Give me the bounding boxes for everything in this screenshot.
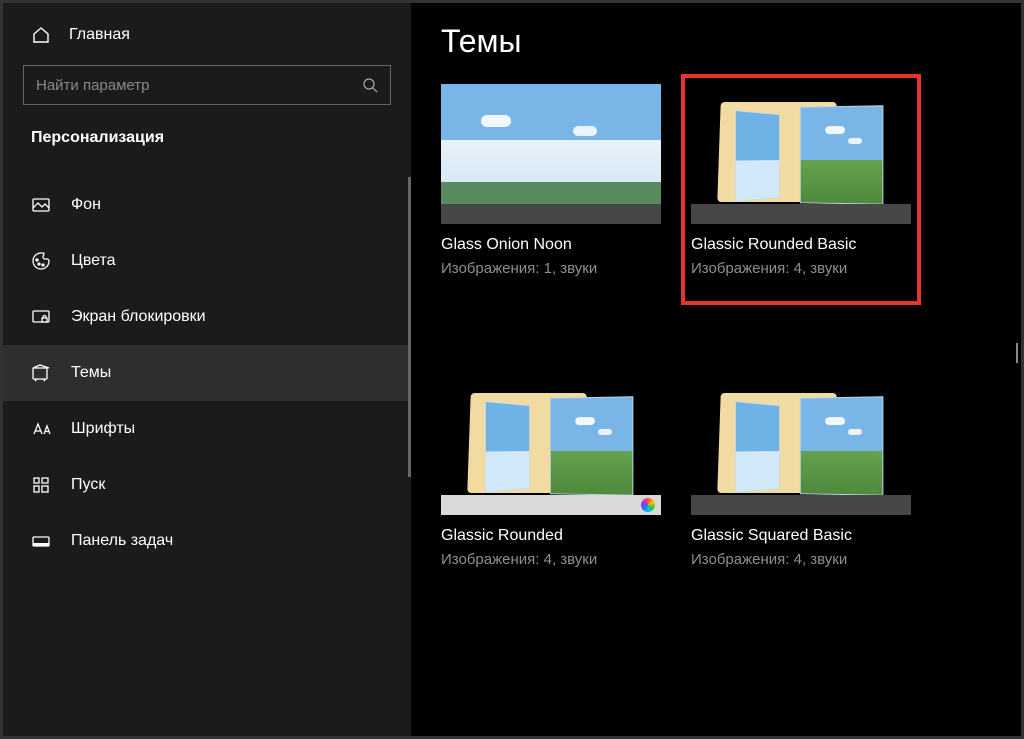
- theme-tile[interactable]: Glassic Rounded Изображения: 4, звуки: [441, 375, 661, 568]
- sidebar-item-start[interactable]: Пуск: [3, 457, 411, 513]
- theme-meta: Изображения: 4, звуки: [441, 551, 661, 568]
- sidebar-item-taskbar[interactable]: Панель задач: [3, 513, 411, 569]
- sidebar-item-background[interactable]: Фон: [3, 177, 411, 233]
- sidebar-item-fonts[interactable]: Шрифты: [3, 401, 411, 457]
- main-scrollbar[interactable]: [1016, 343, 1018, 363]
- theme-meta: Изображения: 4, звуки: [691, 551, 911, 568]
- theme-thumbnail: [691, 84, 911, 224]
- search-field[interactable]: [36, 77, 362, 94]
- sidebar-item-lockscreen[interactable]: Экран блокировки: [3, 289, 411, 345]
- section-header: Персонализация: [3, 129, 411, 177]
- sidebar-nav: Фон Цвета Экран блокировки: [3, 177, 411, 569]
- theme-title: Glassic Rounded Basic: [691, 236, 911, 254]
- sidebar-item-label: Цвета: [71, 252, 116, 270]
- lockscreen-icon: [31, 307, 51, 327]
- sidebar-item-label: Темы: [71, 364, 111, 382]
- theme-meta: Изображения: 1, звуки: [441, 260, 661, 277]
- sidebar-item-label: Фон: [71, 196, 101, 214]
- start-grid-icon: [31, 475, 51, 495]
- theme-title: Glassic Rounded: [441, 527, 661, 545]
- theme-tile[interactable]: Glassic Rounded Basic Изображения: 4, зв…: [691, 84, 911, 295]
- taskbar-icon: [31, 531, 51, 551]
- sidebar-item-label: Экран блокировки: [71, 308, 206, 326]
- nav-home-label: Главная: [69, 26, 130, 44]
- sidebar-item-label: Шрифты: [71, 420, 135, 438]
- themes-icon: [31, 363, 51, 383]
- theme-thumbnail: [441, 375, 661, 515]
- colorwheel-icon: [641, 498, 655, 512]
- home-icon: [31, 25, 51, 45]
- theme-tile[interactable]: Glassic Squared Basic Изображения: 4, зв…: [691, 375, 911, 568]
- nav-home[interactable]: Главная: [3, 25, 411, 65]
- theme-meta: Изображения: 4, звуки: [691, 260, 911, 277]
- search-input[interactable]: [23, 65, 391, 105]
- sidebar-item-colors[interactable]: Цвета: [3, 233, 411, 289]
- fonts-icon: [31, 419, 51, 439]
- themes-grid: Glass Onion Noon Изображения: 1, звуки G…: [441, 84, 1021, 568]
- search-icon: [362, 77, 378, 93]
- theme-tile[interactable]: Glass Onion Noon Изображения: 1, звуки: [441, 84, 661, 295]
- sidebar-item-themes[interactable]: Темы: [3, 345, 411, 401]
- sidebar-item-label: Панель задач: [71, 532, 173, 550]
- palette-icon: [31, 251, 51, 271]
- picture-icon: [31, 195, 51, 215]
- sidebar: Главная Персонализация Фон: [3, 3, 411, 736]
- theme-title: Glassic Squared Basic: [691, 527, 911, 545]
- main-content: Темы Glass Onion Noon Изображения: 1, зв…: [411, 3, 1021, 736]
- theme-title: Glass Onion Noon: [441, 236, 661, 254]
- theme-thumbnail: [691, 375, 911, 515]
- theme-thumbnail: [441, 84, 661, 224]
- page-title: Темы: [441, 23, 1021, 60]
- sidebar-item-label: Пуск: [71, 476, 105, 494]
